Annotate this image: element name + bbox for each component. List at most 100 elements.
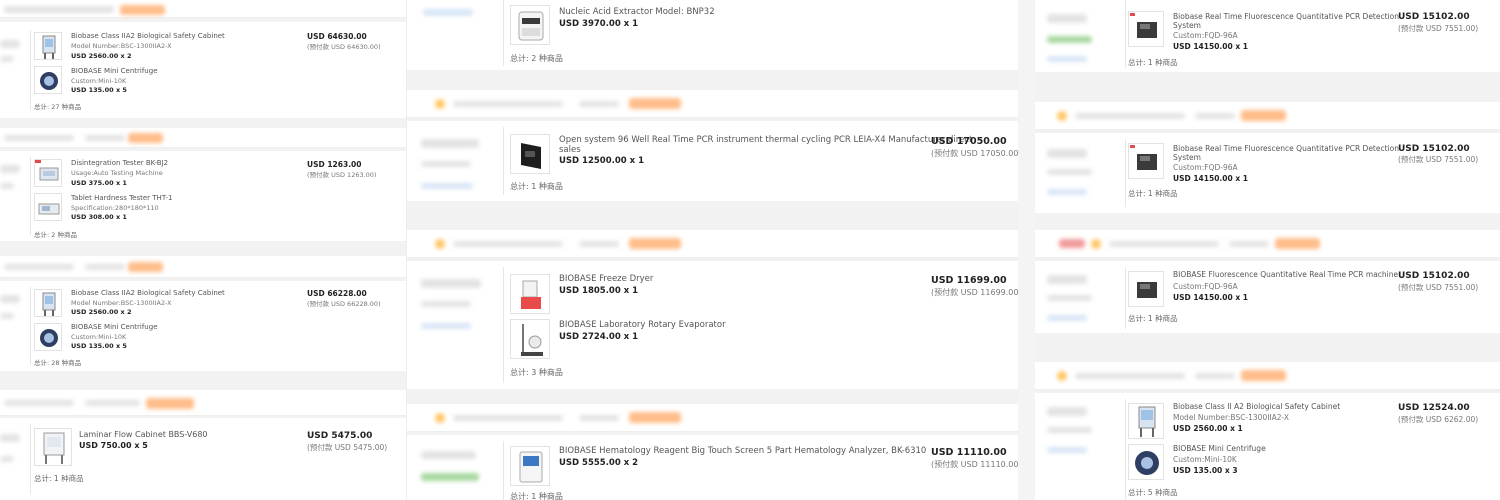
order-item-count: 总计: 1 种商品	[510, 182, 563, 191]
order-card[interactable]: Biobase Real Time Fluorescence Quantitat…	[1035, 0, 1500, 72]
item-price: USD 135.00 x 3	[1173, 466, 1238, 475]
item-name-continued[interactable]: sales	[559, 145, 581, 155]
order-prepay: (预付款 USD 17050.00)	[931, 149, 1018, 158]
order-prepay: (预付款 USD 66228.00)	[307, 300, 381, 308]
order-header	[1035, 362, 1500, 390]
item-name[interactable]: Laminar Flow Cabinet BBS-V680	[79, 430, 208, 439]
order-total-amount: USD 15102.00	[1398, 271, 1470, 281]
centrifuge-icon[interactable]	[1128, 444, 1164, 480]
order-prepay: (预付款 USD 7551.00)	[1398, 24, 1479, 33]
order-card[interactable]: Biobase Class IIA2 Biological Safety Cab…	[0, 22, 406, 118]
order-header	[0, 390, 406, 416]
item-spec: Custom:FQD-96A	[1173, 31, 1238, 40]
item-name[interactable]: Tablet Hardness Tester THT-1	[71, 194, 172, 202]
item-name[interactable]: Biobase Class IIA2 Biological Safety Cab…	[71, 32, 225, 40]
item-price: USD 3970.00 x 1	[559, 19, 639, 29]
order-header	[1035, 102, 1500, 130]
right-order-panel: Biobase Real Time Fluorescence Quantitat…	[1035, 0, 1500, 500]
item-price: USD 2724.00 x 1	[559, 332, 639, 342]
order-card[interactable]: Laminar Flow Cabinet BBS-V680 USD 750.00…	[0, 418, 406, 500]
order-total-amount: USD 66228.00	[307, 289, 367, 298]
item-name[interactable]: Biobase Real Time Fluorescence Quantitat…	[1173, 144, 1399, 153]
order-item-count: 总计: 28 种商品	[34, 359, 82, 367]
evaporator-icon[interactable]	[510, 319, 550, 359]
order-card[interactable]: BIOBASE Fluorescence Quantitative Real T…	[1035, 261, 1500, 333]
item-name[interactable]: Open system 96 Well Real Time PCR instru…	[559, 135, 972, 145]
order-card[interactable]: Nucleic Acid Extractor Model: BNP32 USD …	[407, 0, 1018, 70]
item-name[interactable]: Biobase Real Time Fluorescence Quantitat…	[1173, 12, 1399, 21]
cabinet-icon[interactable]	[34, 289, 62, 317]
order-card[interactable]: Disintegration Tester BK-BJ2 Usage:Auto …	[0, 151, 406, 241]
item-name[interactable]: BIOBASE Hematology Reagent Big Touch Scr…	[559, 446, 926, 456]
item-name[interactable]: Biobase Class II A2 Biological Safety Ca…	[1173, 402, 1340, 411]
item-price: USD 12500.00 x 1	[559, 156, 644, 166]
pcr-detector-icon[interactable]	[1128, 11, 1164, 47]
item-price: USD 2560.00 x 2	[71, 308, 132, 316]
order-header	[407, 90, 1018, 118]
item-name[interactable]: BIOBASE Freeze Dryer	[559, 274, 653, 284]
cabinet-icon[interactable]	[34, 32, 62, 60]
order-card[interactable]: Biobase Class II A2 Biological Safety Ca…	[1035, 393, 1500, 500]
order-prepay: (预付款 USD 64630.00)	[307, 43, 381, 51]
item-spec: Model Number:BSC-1300IIA2-X	[71, 42, 172, 50]
order-item-count: 总计: 3 种商品	[510, 368, 563, 377]
item-price: USD 14150.00 x 1	[1173, 42, 1248, 51]
order-item-count: 总计: 5 种商品	[1128, 488, 1178, 497]
item-spec: Custom:Mini-10K	[71, 333, 127, 341]
item-name[interactable]: BIOBASE Mini Centrifuge	[71, 67, 158, 75]
item-name[interactable]: BIOBASE Laboratory Rotary Evaporator	[559, 320, 726, 330]
item-name-continued[interactable]: System	[1173, 153, 1201, 162]
centrifuge-icon[interactable]	[34, 323, 62, 351]
tester-icon[interactable]	[34, 159, 62, 187]
order-header	[0, 256, 406, 278]
pcr-icon[interactable]	[510, 134, 550, 174]
item-name[interactable]: BIOBASE Mini Centrifuge	[71, 323, 158, 331]
cabinet-icon[interactable]	[1128, 403, 1164, 439]
order-total-amount: USD 1263.00	[307, 160, 362, 169]
centrifuge-icon[interactable]	[34, 66, 62, 94]
pcr-detector-icon[interactable]	[1128, 271, 1164, 307]
order-total-amount: USD 11110.00	[931, 447, 1007, 458]
order-total-amount: USD 15102.00	[1398, 12, 1470, 22]
order-card[interactable]: BIOBASE Freeze Dryer USD 1805.00 x 1 BIO…	[407, 261, 1018, 389]
item-price: USD 5555.00 x 2	[559, 458, 639, 468]
item-name[interactable]: BIOBASE Mini Centrifuge	[1173, 444, 1266, 453]
order-total-amount: USD 17050.00	[931, 136, 1007, 147]
item-price: USD 2560.00 x 1	[1173, 424, 1243, 433]
item-price: USD 135.00 x 5	[71, 86, 127, 94]
order-header	[0, 128, 406, 148]
freeze-dryer-icon[interactable]	[510, 274, 550, 314]
item-spec: Usage:Auto Testing Machine	[71, 169, 163, 177]
item-name[interactable]: Disintegration Tester BK-BJ2	[71, 159, 168, 167]
item-name-continued[interactable]: System	[1173, 21, 1201, 30]
left-order-panel: Biobase Class IIA2 Biological Safety Cab…	[0, 0, 406, 500]
item-name[interactable]: BIOBASE Fluorescence Quantitative Real T…	[1173, 270, 1398, 279]
item-price: USD 1805.00 x 1	[559, 286, 639, 296]
item-price: USD 135.00 x 5	[71, 342, 127, 350]
item-spec: Custom:FQD-96A	[1173, 282, 1238, 291]
hardness-tester-icon[interactable]	[34, 193, 62, 221]
order-prepay: (预付款 USD 1263.00)	[307, 171, 377, 179]
order-card[interactable]: Biobase Real Time Fluorescence Quantitat…	[1035, 133, 1500, 213]
order-card[interactable]: Biobase Class IIA2 Biological Safety Cab…	[0, 281, 406, 371]
extractor-icon[interactable]	[510, 5, 550, 45]
order-item-count: 总计: 1 种商品	[510, 492, 563, 500]
order-prepay: (预付款 USD 6262.00)	[1398, 415, 1479, 424]
item-name[interactable]: Nucleic Acid Extractor Model: BNP32	[559, 7, 715, 17]
order-card[interactable]: BIOBASE Hematology Reagent Big Touch Scr…	[407, 435, 1018, 500]
order-card[interactable]: Open system 96 Well Real Time PCR instru…	[407, 121, 1018, 201]
analyzer-icon[interactable]	[510, 446, 550, 486]
pcr-detector-icon[interactable]	[1128, 143, 1164, 179]
panel-gutter	[1018, 0, 1035, 500]
item-spec: Specification:280*180*110	[71, 204, 159, 212]
item-name[interactable]: Biobase Class IIA2 Biological Safety Cab…	[71, 289, 225, 297]
item-price: USD 14150.00 x 1	[1173, 174, 1248, 183]
laminar-cabinet-icon[interactable]	[34, 428, 72, 466]
order-prepay: (预付款 USD 5475.00)	[307, 443, 388, 452]
order-total-amount: USD 5475.00	[307, 431, 373, 441]
order-total-amount: USD 15102.00	[1398, 144, 1470, 154]
order-prepay: (预付款 USD 11110.00)	[931, 460, 1018, 469]
order-prepay: (预付款 USD 11699.00)	[931, 288, 1018, 297]
order-item-count: 总计: 2 种商品	[34, 231, 77, 239]
order-header	[407, 404, 1018, 432]
